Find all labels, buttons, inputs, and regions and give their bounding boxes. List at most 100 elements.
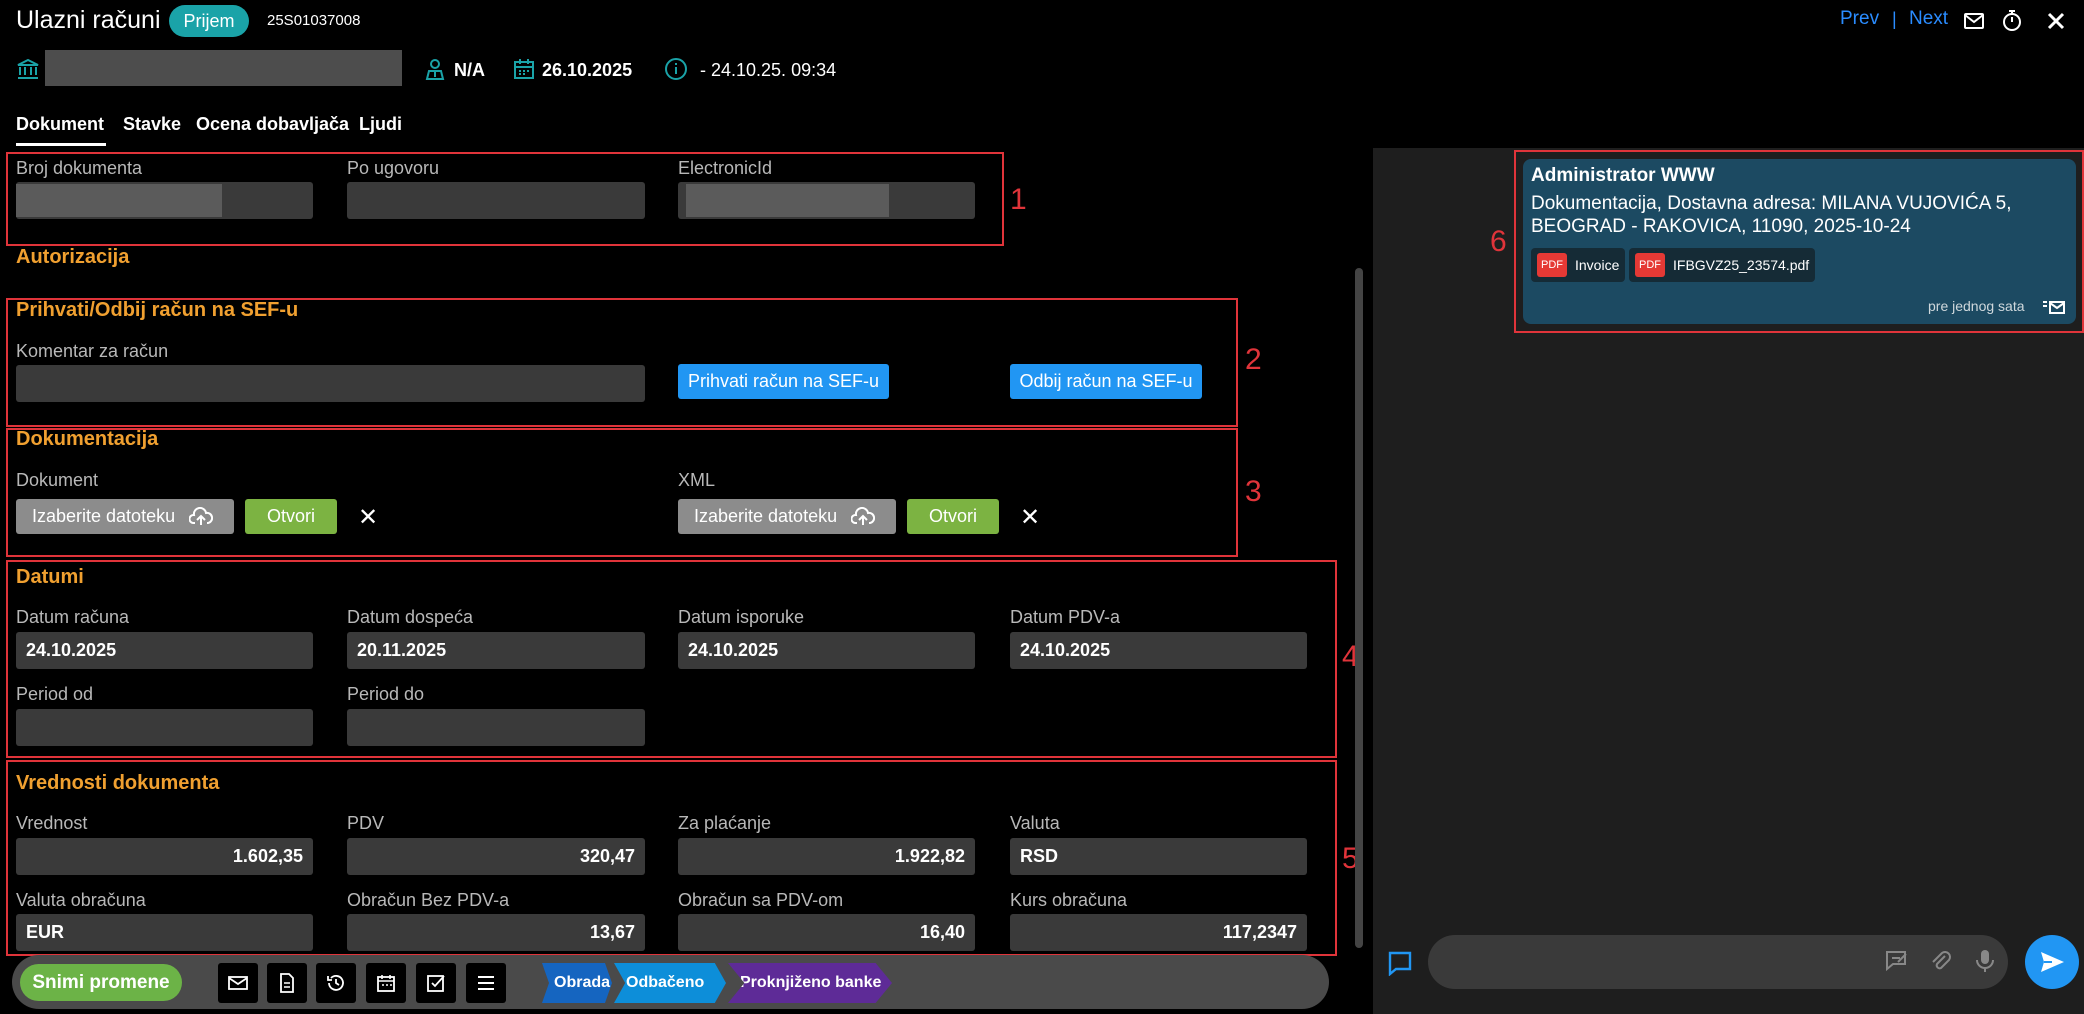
- datum-dospeca-field[interactable]: 20.11.2025: [347, 632, 645, 669]
- broj-dokumenta-label: Broj dokumenta: [16, 158, 143, 178]
- document-number: 25S01037008: [267, 12, 361, 29]
- kurs-obracuna-label: Kurs obračuna: [1010, 890, 1128, 910]
- remove-xml-button[interactable]: ✕: [1020, 503, 1040, 532]
- pdf-icon: PDF: [1537, 253, 1567, 277]
- task-action-button[interactable]: [416, 963, 456, 1003]
- email-action-button[interactable]: [218, 963, 258, 1003]
- choose-xml-button[interactable]: Izaberite datoteku: [678, 499, 896, 534]
- pdv-field[interactable]: 320,47: [347, 838, 645, 875]
- close-icon[interactable]: [2044, 9, 2068, 33]
- obracun-sa-pdv-label: Obračun sa PDV-om: [678, 890, 844, 910]
- obracun-bez-pdv-field[interactable]: 13,67: [347, 914, 645, 951]
- document-icon: [280, 973, 294, 993]
- status-badge: Prijem: [169, 5, 249, 37]
- valuta-obracuna-field[interactable]: EUR: [16, 914, 313, 951]
- vertical-scrollbar[interactable]: [1355, 268, 1363, 948]
- sef-section-title: Prihvati/Odbij račun na SEF-u: [16, 299, 299, 321]
- hamburger-icon: [478, 976, 494, 990]
- quick-reply-icon[interactable]: [1884, 948, 1910, 974]
- annotation-marker-2: 2: [1245, 343, 1262, 376]
- bank-icon: [17, 58, 39, 79]
- datum-isporuke-field[interactable]: 24.10.2025: [678, 632, 975, 669]
- timestamp: - 24.10.25. 09:34: [700, 60, 837, 80]
- choose-file-label: Izaberite datoteku: [694, 506, 838, 526]
- document-action-button[interactable]: [267, 963, 307, 1003]
- info-icon[interactable]: [664, 57, 688, 81]
- workflow-step-proknjizeno[interactable]: Proknjiženo banke: [728, 963, 892, 1003]
- section-3-box: [6, 428, 1238, 557]
- history-icon: [327, 975, 344, 991]
- tab-stavke[interactable]: Stavke: [123, 114, 181, 135]
- supplier-name-redacted: [45, 50, 402, 86]
- calendar-action-button[interactable]: [366, 963, 406, 1003]
- microphone-icon[interactable]: [1972, 948, 1998, 974]
- message-author: Administrator WWW: [1531, 165, 1715, 186]
- open-document-button[interactable]: Otvori: [245, 499, 337, 534]
- cloud-upload-icon: [851, 506, 876, 525]
- open-xml-button[interactable]: Otvori: [907, 499, 999, 534]
- datum-pdv-field[interactable]: 24.10.2025: [1010, 632, 1307, 669]
- send-button[interactable]: [2025, 935, 2079, 989]
- menu-action-button[interactable]: [466, 963, 506, 1003]
- mail-icon[interactable]: [1962, 9, 1986, 33]
- electronic-id-label: ElectronicId: [678, 158, 773, 178]
- datum-isporuke-label: Datum isporuke: [678, 607, 805, 627]
- message-time: pre jednog sata: [1928, 298, 2025, 314]
- komentar-label: Komentar za račun: [16, 341, 169, 361]
- annotation-marker-3: 3: [1245, 475, 1262, 508]
- send-icon: [2041, 952, 2064, 972]
- chat-message-input[interactable]: [1428, 935, 2008, 989]
- next-link[interactable]: Next: [1909, 8, 1948, 30]
- workflow-step-obrada[interactable]: Obrada: [542, 963, 612, 1003]
- choose-file-label: Izaberite datoteku: [32, 506, 176, 526]
- annotation-marker-1: 1: [1010, 183, 1027, 216]
- redacted-value: [686, 184, 889, 217]
- datumi-title: Datumi: [16, 566, 84, 588]
- redacted-value: [16, 184, 222, 217]
- obracun-bez-pdv-label: Obračun Bez PDV-a: [347, 890, 510, 910]
- za-placanje-field[interactable]: 1.922,82: [678, 838, 975, 875]
- header-date: 26.10.2025: [542, 60, 633, 80]
- tab-dokument[interactable]: Dokument: [16, 114, 104, 135]
- obracun-sa-pdv-field[interactable]: 16,40: [678, 914, 975, 951]
- accept-sef-button[interactable]: Prihvati račun na SEF-u: [678, 364, 889, 399]
- tab-ljudi[interactable]: Ljudi: [359, 114, 402, 135]
- attach-icon[interactable]: [1927, 948, 1953, 974]
- chat-bubble-icon[interactable]: [1387, 950, 1413, 976]
- reject-sef-button[interactable]: Odbij račun na SEF-u: [1010, 364, 1202, 399]
- datum-racuna-field[interactable]: 24.10.2025: [16, 632, 313, 669]
- tab-ocena-dobavljaca[interactable]: Ocena dobavljača: [196, 114, 349, 135]
- save-changes-button[interactable]: Snimi promene: [20, 964, 182, 1001]
- attachment-invoice[interactable]: PDF Invoice: [1531, 248, 1626, 282]
- kurs-obracuna-field[interactable]: 117,2347: [1010, 914, 1307, 951]
- calendar-icon: [377, 975, 395, 992]
- prev-link[interactable]: Prev: [1840, 8, 1879, 30]
- attachment-pdf[interactable]: PDF IFBGVZ25_23574.pdf: [1629, 248, 1816, 282]
- workflow-step-odbaceno[interactable]: Odbačeno: [614, 963, 726, 1003]
- valuta-obracuna-label: Valuta obračuna: [16, 890, 146, 910]
- timer-icon[interactable]: [2000, 9, 2024, 33]
- period-do-field[interactable]: [347, 709, 645, 746]
- remove-document-button[interactable]: ✕: [358, 503, 378, 532]
- cloud-upload-icon: [189, 506, 214, 525]
- message-body: Dokumentacija, Dostavna adresa: MILANA V…: [1531, 193, 2012, 237]
- attachment-name: IFBGVZ25_23574.pdf: [1673, 257, 1810, 273]
- komentar-input[interactable]: [16, 365, 645, 402]
- assignee-value: N/A: [454, 60, 485, 80]
- calendar-icon: [514, 59, 534, 79]
- history-action-button[interactable]: [316, 963, 356, 1003]
- pdv-label: PDV: [347, 813, 385, 833]
- po-ugovoru-field[interactable]: [347, 182, 645, 219]
- pdf-icon: PDF: [1635, 253, 1665, 277]
- period-od-field[interactable]: [16, 709, 313, 746]
- dokument-label: Dokument: [16, 470, 99, 490]
- mail-icon: [228, 976, 248, 990]
- valuta-field[interactable]: RSD: [1010, 838, 1307, 875]
- datum-racuna-label: Datum računa: [16, 607, 130, 627]
- datum-pdv-label: Datum PDV-a: [1010, 607, 1121, 627]
- xml-label: XML: [678, 470, 716, 490]
- vrednost-field[interactable]: 1.602,35: [16, 838, 313, 875]
- page-title: Ulazni računi: [16, 6, 161, 34]
- choose-file-button[interactable]: Izaberite datoteku: [16, 499, 234, 534]
- period-od-label: Period od: [16, 684, 94, 704]
